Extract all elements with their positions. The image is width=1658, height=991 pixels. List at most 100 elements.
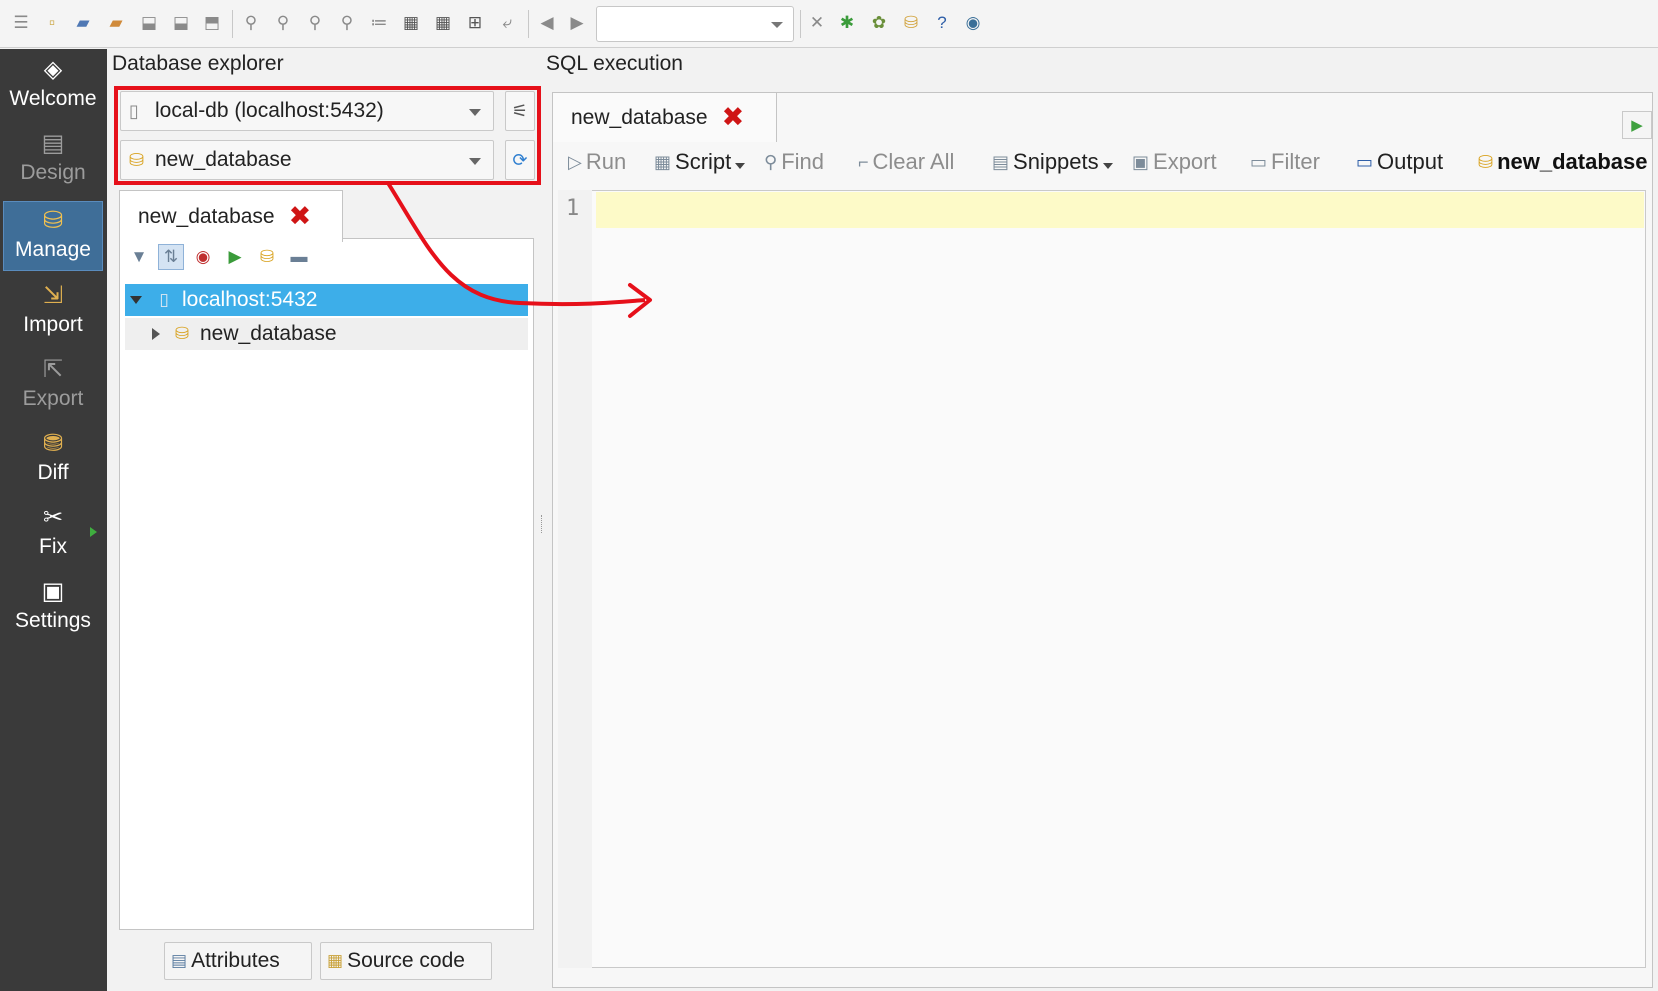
rail-label: Export	[22, 387, 84, 410]
snippets-label: Snippets	[1013, 149, 1099, 174]
find-in-files-icon[interactable]: ⚲	[336, 12, 358, 34]
rail-export[interactable]: ⇱ Export	[3, 351, 103, 421]
grid-fit-icon[interactable]: ⊞	[464, 12, 486, 34]
rail-label: Diff	[37, 461, 69, 484]
script-button[interactable]: ▦ Script	[654, 144, 746, 180]
diff-icon: ⛃	[42, 430, 64, 457]
tree-server-label: localhost:5432	[182, 288, 318, 311]
rail-fix[interactable]: ✂ Fix	[3, 499, 103, 569]
rail-settings[interactable]: ▣ Settings	[3, 573, 103, 643]
table-icon[interactable]: ▬	[286, 244, 312, 270]
new-tab-button[interactable]: ▶	[1622, 111, 1652, 139]
rail-label: Import	[23, 313, 83, 336]
close-tab-icon[interactable]: ✕	[806, 12, 828, 34]
menu-icon[interactable]: ☰	[10, 12, 32, 34]
wrap-icon[interactable]: ⤶	[496, 12, 518, 34]
find-icon: ⚲	[764, 151, 778, 172]
export-icon: ▣	[1132, 151, 1150, 172]
expand-arrow-icon[interactable]	[90, 527, 97, 537]
snippets-icon: ▤	[992, 151, 1010, 172]
save-as-icon[interactable]: ⬓	[170, 12, 192, 34]
export-button[interactable]: ▣ Export	[1132, 144, 1217, 180]
server-icon: ▯	[159, 290, 169, 309]
explorer-tab[interactable]: new_database ✖	[119, 190, 343, 242]
rail-design[interactable]: ▤ Design	[3, 125, 103, 195]
source-code-label: Source code	[347, 949, 465, 972]
help-icon[interactable]: ?	[931, 12, 953, 34]
source-code-button[interactable]: ▦ Source code	[320, 942, 492, 980]
filter-button[interactable]: ▭ Filter	[1250, 144, 1320, 180]
sql-database-label: new_database	[1497, 149, 1648, 174]
find-next-icon[interactable]: ⚲	[272, 12, 294, 34]
output-button[interactable]: ▭ Output	[1356, 144, 1443, 180]
line-number: 1	[566, 196, 580, 221]
export-file-icon[interactable]: ⬒	[201, 12, 223, 34]
filter-icon: ▭	[1250, 151, 1268, 172]
open-recent-icon[interactable]: ▰	[105, 12, 127, 34]
rail-label: Design	[20, 161, 86, 184]
close-icon[interactable]: ✖	[722, 104, 745, 131]
main-toolbar: ☰ ▫ ▰ ▰ ⬓ ⬓ ⬒ ⚲ ⚲ ⚲ ⚲ ≔ ▦ ▦ ⊞ ⤶ ◀ ▶ ✕ ✱ …	[0, 0, 1658, 48]
rail-manage[interactable]: ⛁ Manage	[3, 201, 103, 271]
current-line-highlight	[596, 192, 1644, 228]
grid-layout-icon[interactable]: ▦	[432, 12, 454, 34]
rail-label: Settings	[15, 609, 91, 632]
settings-icon: ▣	[41, 578, 65, 605]
run-button[interactable]: ▷ Run	[568, 144, 626, 180]
find-icon[interactable]: ⚲	[240, 12, 262, 34]
welcome-icon: ◈	[43, 56, 63, 83]
broom-icon: ⌐	[858, 151, 869, 172]
close-icon[interactable]: ✖	[289, 203, 312, 230]
open-folder-icon[interactable]: ▰	[72, 12, 94, 34]
fix-icon: ✂	[42, 504, 64, 531]
about-icon[interactable]: ◉	[962, 12, 984, 34]
mode-rail: ◈ Welcome ▤ Design ⛁ Manage ⇲ Import ⇱ E…	[0, 49, 107, 991]
design-icon: ▤	[41, 130, 65, 157]
new-file-icon[interactable]: ▫	[41, 12, 63, 34]
database-icon: ⛁	[1478, 151, 1494, 172]
rail-label: Manage	[15, 238, 91, 261]
chevron-down-icon	[1102, 163, 1113, 169]
find-prev-icon[interactable]: ⚲	[304, 12, 326, 34]
save-icon[interactable]: ⬓	[138, 12, 160, 34]
sql-tab-label: new_database	[571, 105, 708, 129]
rail-import[interactable]: ⇲ Import	[3, 277, 103, 347]
find-button[interactable]: ⚲ Find	[764, 144, 824, 180]
plugins-icon[interactable]: ✱	[836, 12, 858, 34]
new-sql-icon[interactable]: ▶	[222, 244, 248, 270]
explorer-title: Database explorer	[112, 52, 284, 75]
database-tools-icon[interactable]: ⛁	[900, 12, 922, 34]
line-gutter	[558, 190, 592, 968]
clear-all-button[interactable]: ⌐ Clear All	[858, 144, 954, 180]
panel-splitter[interactable]	[541, 515, 543, 533]
sql-tab[interactable]: new_database ✖	[552, 92, 777, 142]
attributes-icon: ▤	[171, 951, 188, 970]
tree-row-database[interactable]: ⛁ new_database	[125, 318, 528, 350]
sort-az-icon[interactable]: ⇅	[158, 244, 184, 270]
attributes-button[interactable]: ▤ Attributes	[164, 942, 312, 980]
clear-all-label: Clear All	[872, 149, 955, 174]
run-label: Run	[585, 149, 627, 174]
collapse-icon[interactable]: ▼	[126, 244, 152, 270]
manage-icon: ⛁	[42, 207, 64, 234]
export-label: Export	[1153, 149, 1217, 174]
grid-view-icon[interactable]: ▦	[400, 12, 422, 34]
forward-icon[interactable]: ▶	[566, 12, 588, 34]
sql-editor[interactable]	[558, 190, 1646, 968]
attributes-label: Attributes	[191, 949, 280, 972]
rail-diff[interactable]: ⛃ Diff	[3, 425, 103, 495]
tree-view-icon[interactable]: ≔	[368, 12, 390, 34]
snippets-button[interactable]: ▤ Snippets	[992, 144, 1113, 180]
drop-object-icon[interactable]: ◉	[190, 244, 216, 270]
expand-icon[interactable]	[130, 296, 142, 304]
tree-row-server[interactable]: ▯ localhost:5432	[125, 284, 528, 316]
db-export-icon[interactable]: ⛁	[254, 244, 280, 270]
output-label: Output	[1377, 149, 1444, 174]
toolbar-combo[interactable]	[596, 6, 794, 42]
back-icon[interactable]: ◀	[536, 12, 558, 34]
expand-icon[interactable]	[152, 328, 160, 340]
rail-welcome[interactable]: ◈ Welcome	[3, 51, 103, 121]
tree-database-label: new_database	[200, 322, 337, 345]
debug-icon[interactable]: ✿	[868, 12, 890, 34]
run-icon: ▷	[568, 151, 582, 172]
